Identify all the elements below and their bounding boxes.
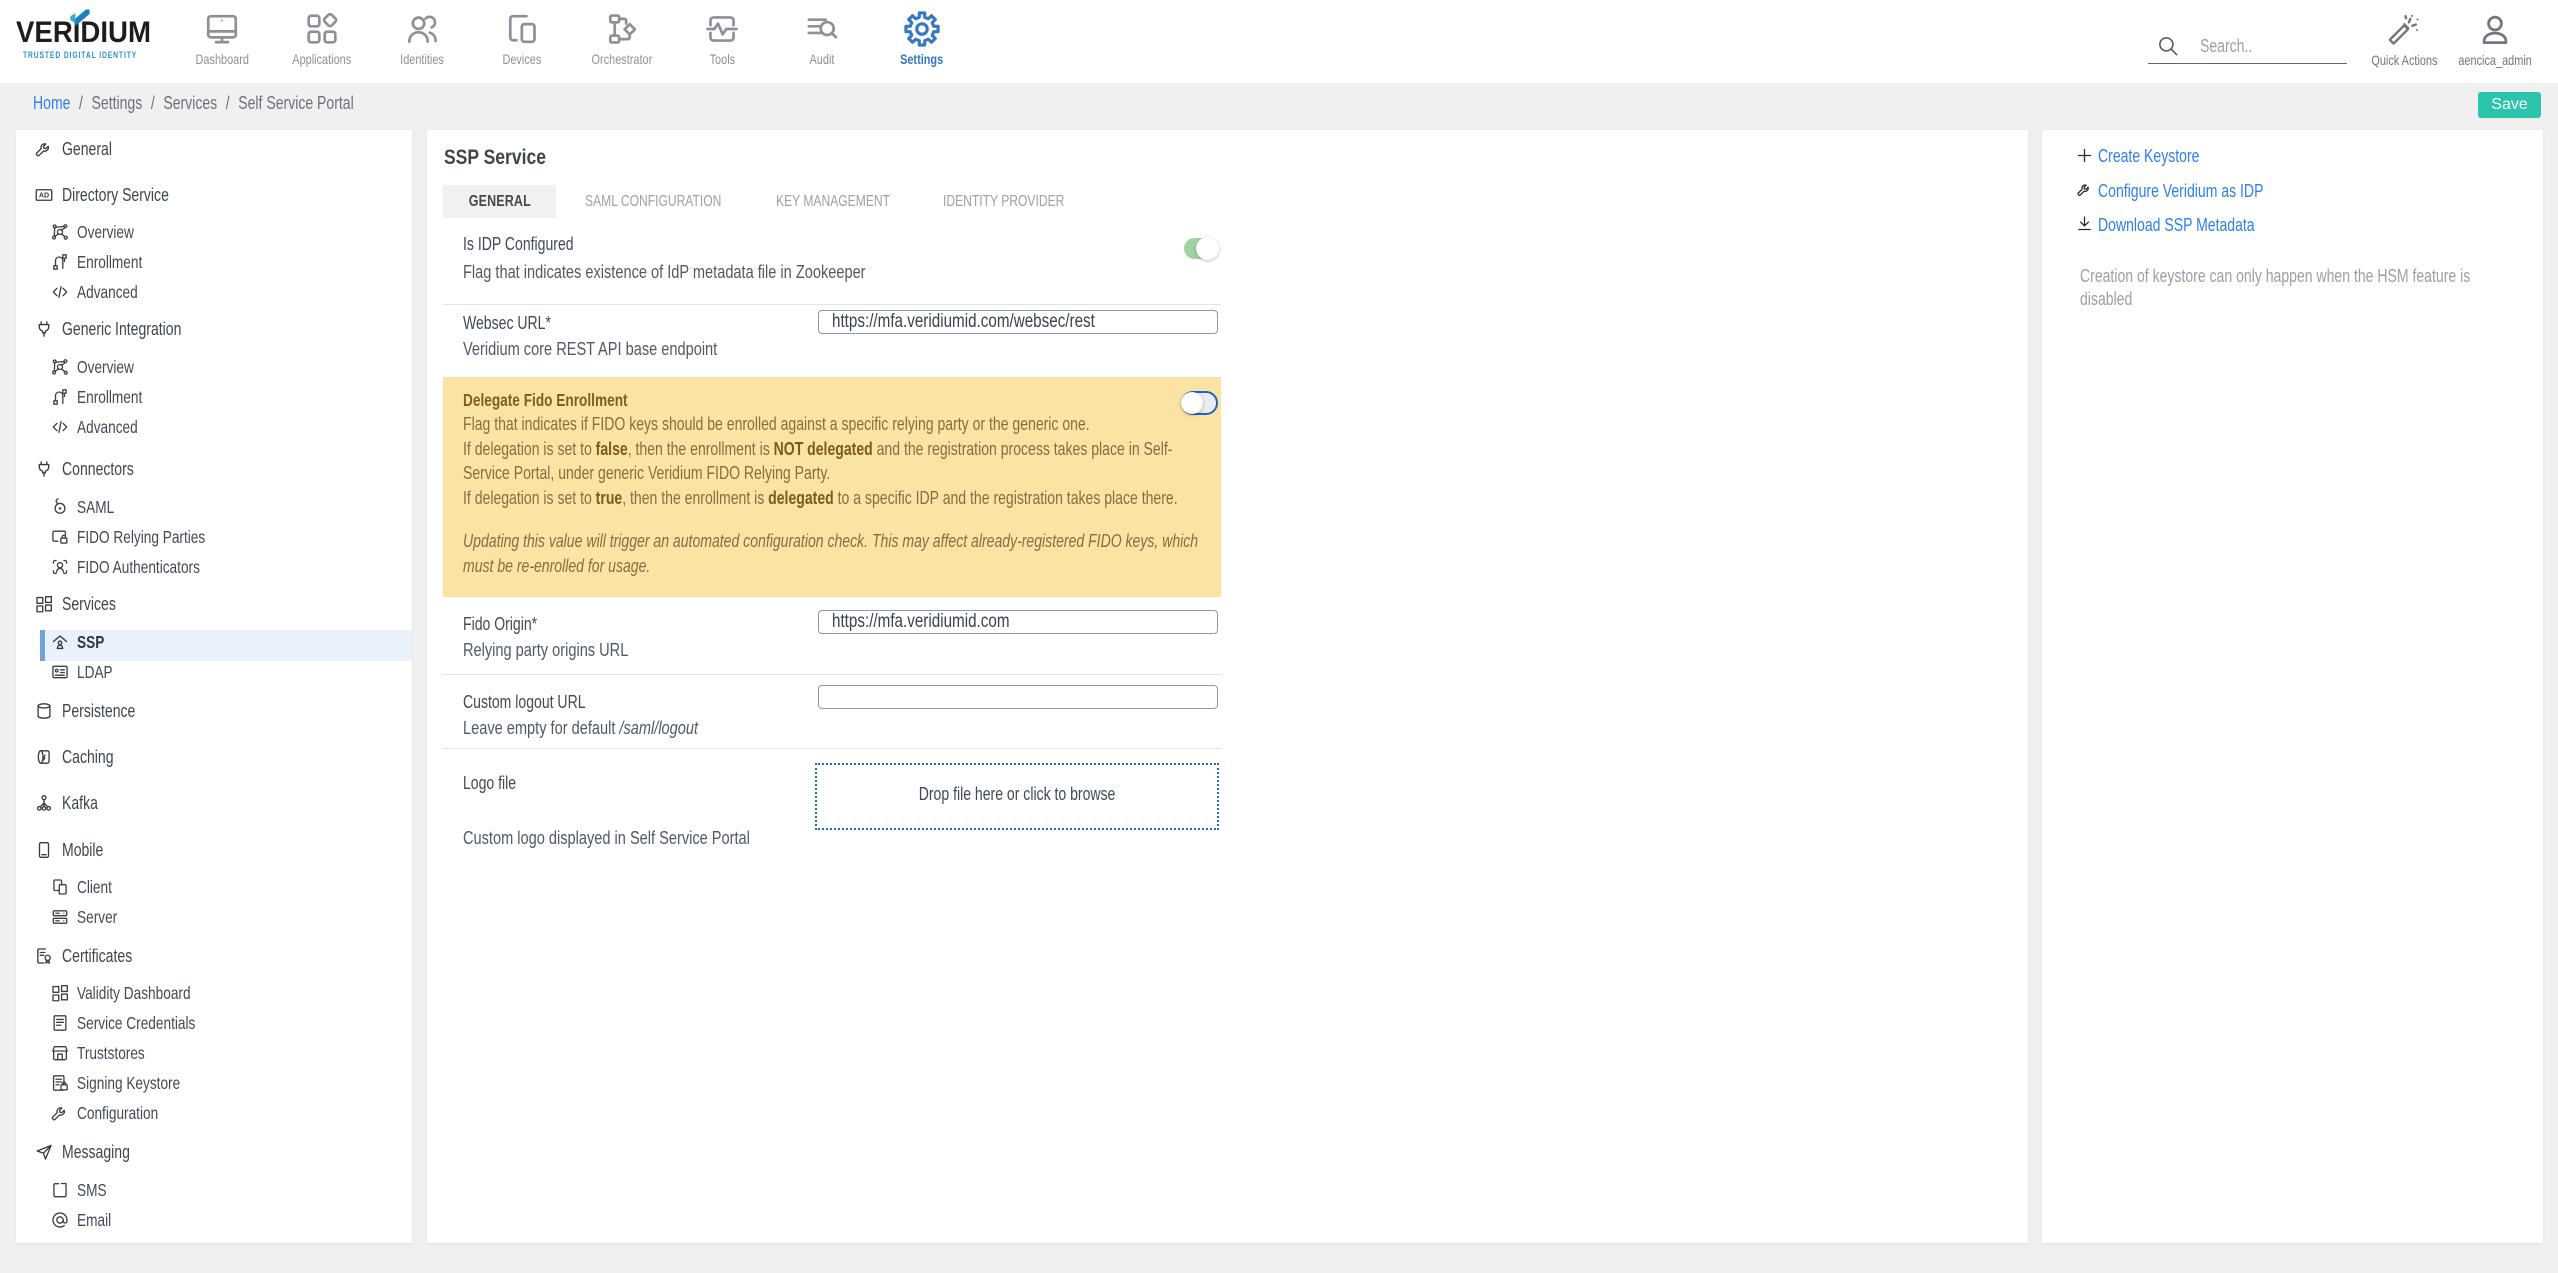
svg-text:AD: AD [39,192,49,200]
